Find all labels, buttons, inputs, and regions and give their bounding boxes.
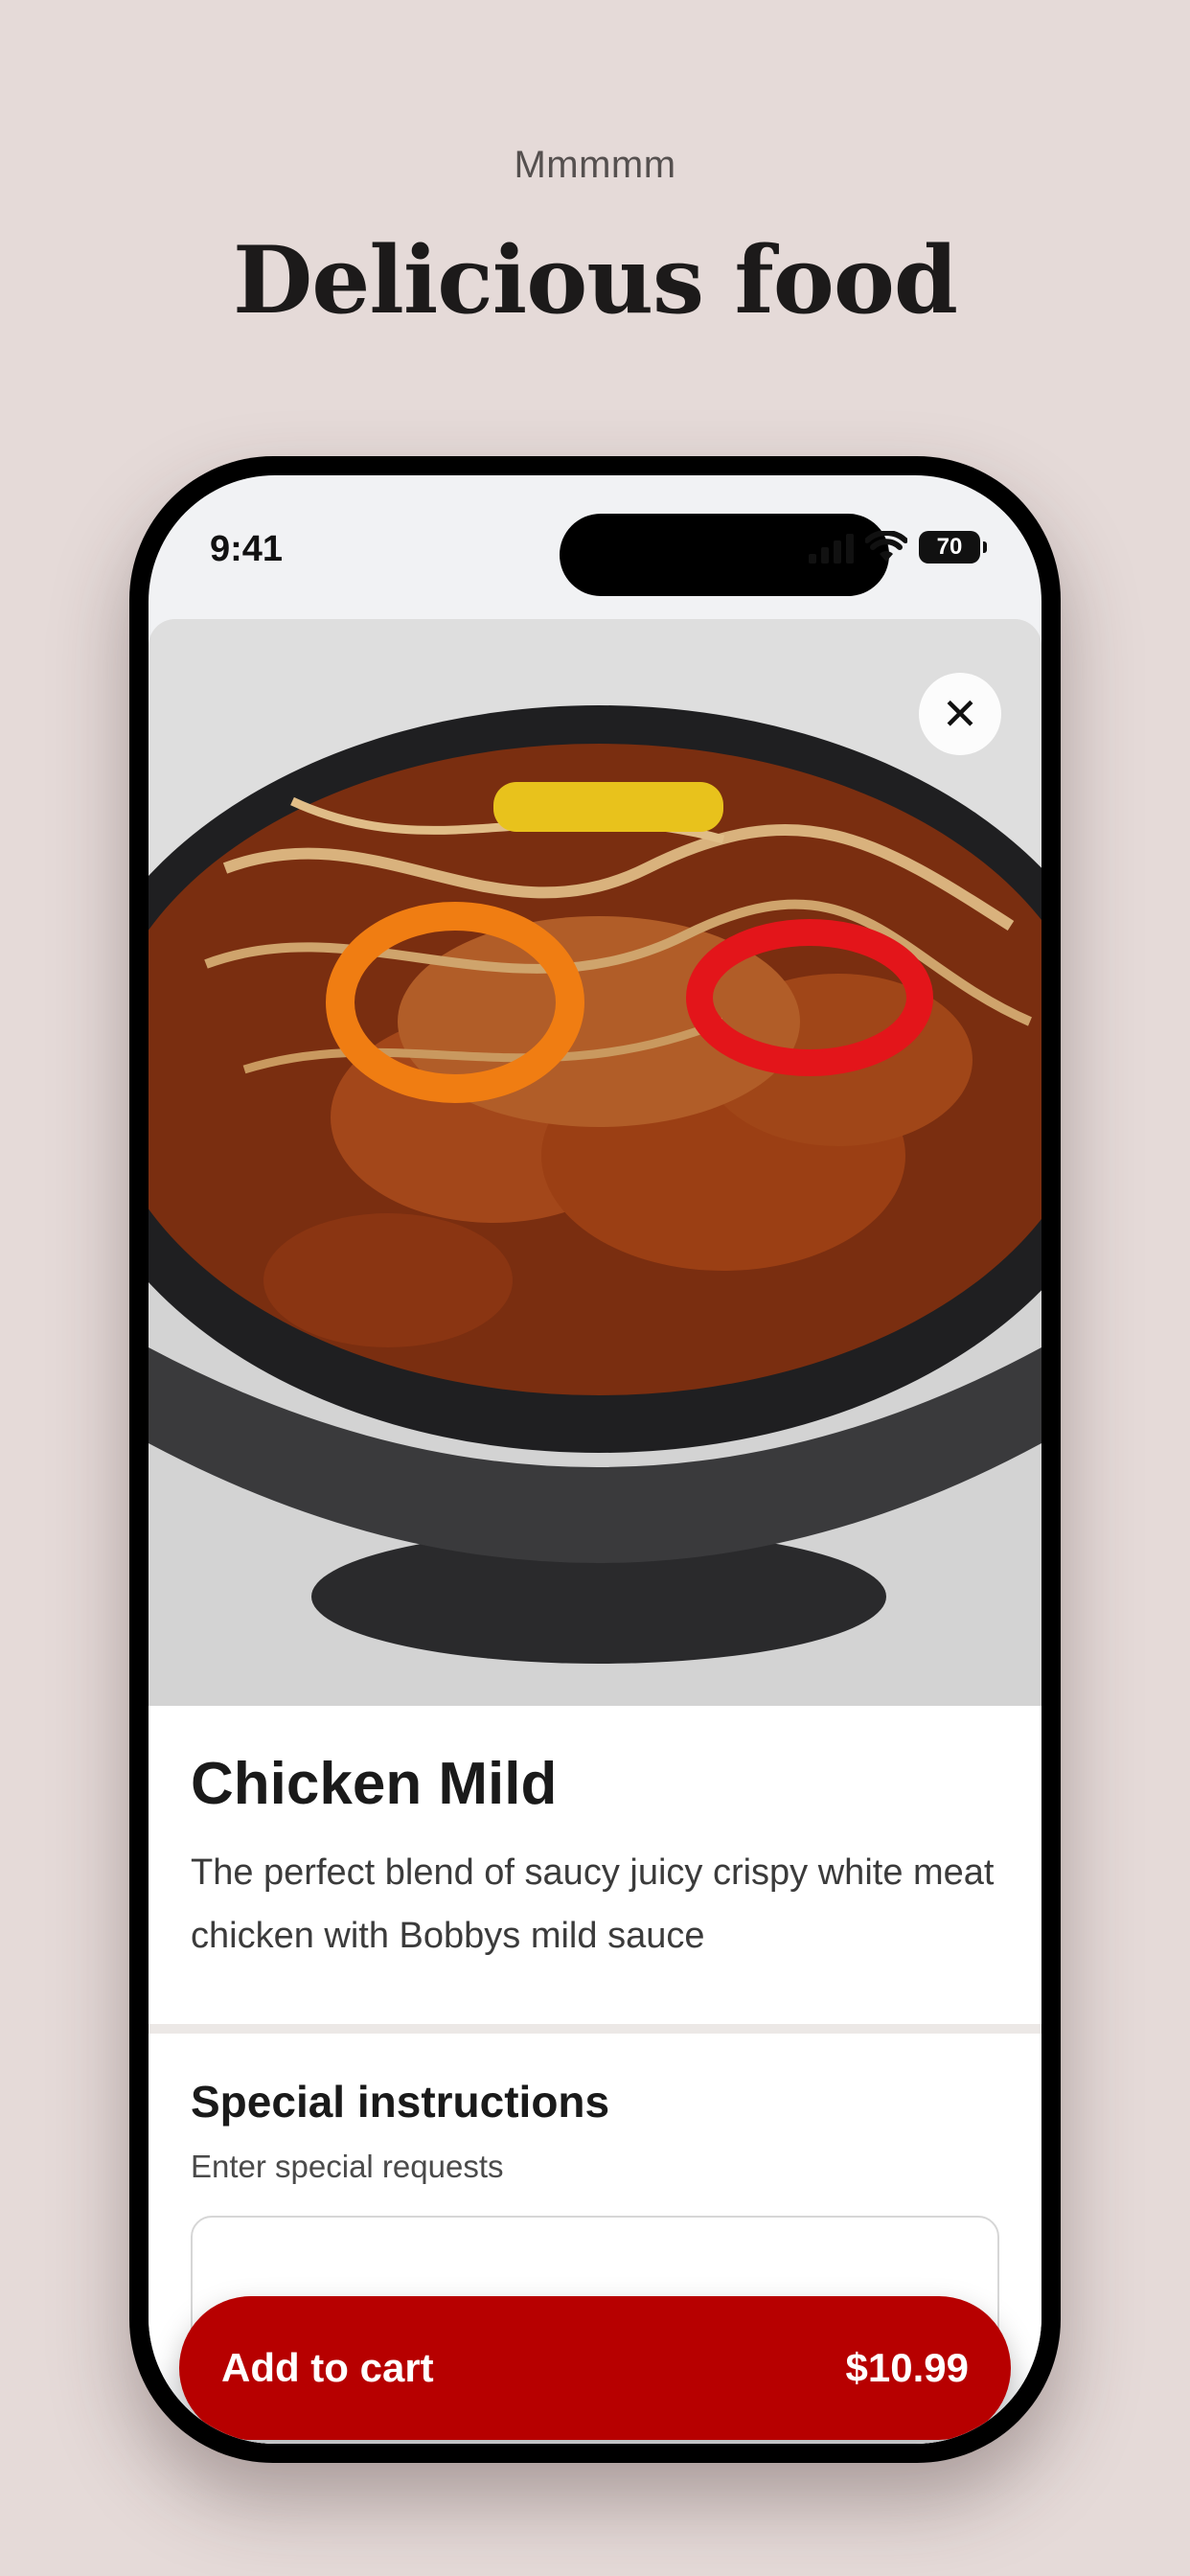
item-details: Chicken Mild The perfect blend of saucy … — [191, 1750, 999, 1967]
status-icons: 70 — [809, 531, 987, 564]
cart-price: $10.99 — [845, 2345, 969, 2390]
eyebrow-text: Mmmmm — [514, 144, 676, 186]
battery-icon: 70 — [919, 531, 987, 564]
add-to-cart-label: Add to cart — [221, 2345, 434, 2390]
section-divider — [149, 2024, 1041, 2034]
phone-frame: 9:41 70 ✕ Chicken Mild The perfect blend… — [129, 456, 1061, 2463]
signal-icon — [809, 531, 854, 564]
close-button[interactable]: ✕ — [919, 673, 1001, 755]
status-time: 9:41 — [210, 529, 284, 569]
phone-screen: 9:41 70 ✕ Chicken Mild The perfect blend… — [149, 475, 1041, 2444]
food-photo — [149, 619, 1041, 1706]
wifi-icon — [865, 531, 907, 562]
page-headline: Delicious food — [233, 226, 958, 334]
add-to-cart-button[interactable]: Add to cart $10.99 — [179, 2296, 1011, 2440]
special-instructions-subtitle: Enter special requests — [191, 2149, 504, 2184]
close-icon: ✕ — [941, 689, 979, 739]
item-description: The perfect blend of saucy juicy crispy … — [191, 1852, 995, 1956]
special-instructions-title: Special instructions — [191, 2077, 610, 2127]
item-title: Chicken Mild — [191, 1751, 558, 1817]
item-sheet: ✕ Chicken Mild The perfect blend of sauc… — [149, 619, 1041, 2444]
